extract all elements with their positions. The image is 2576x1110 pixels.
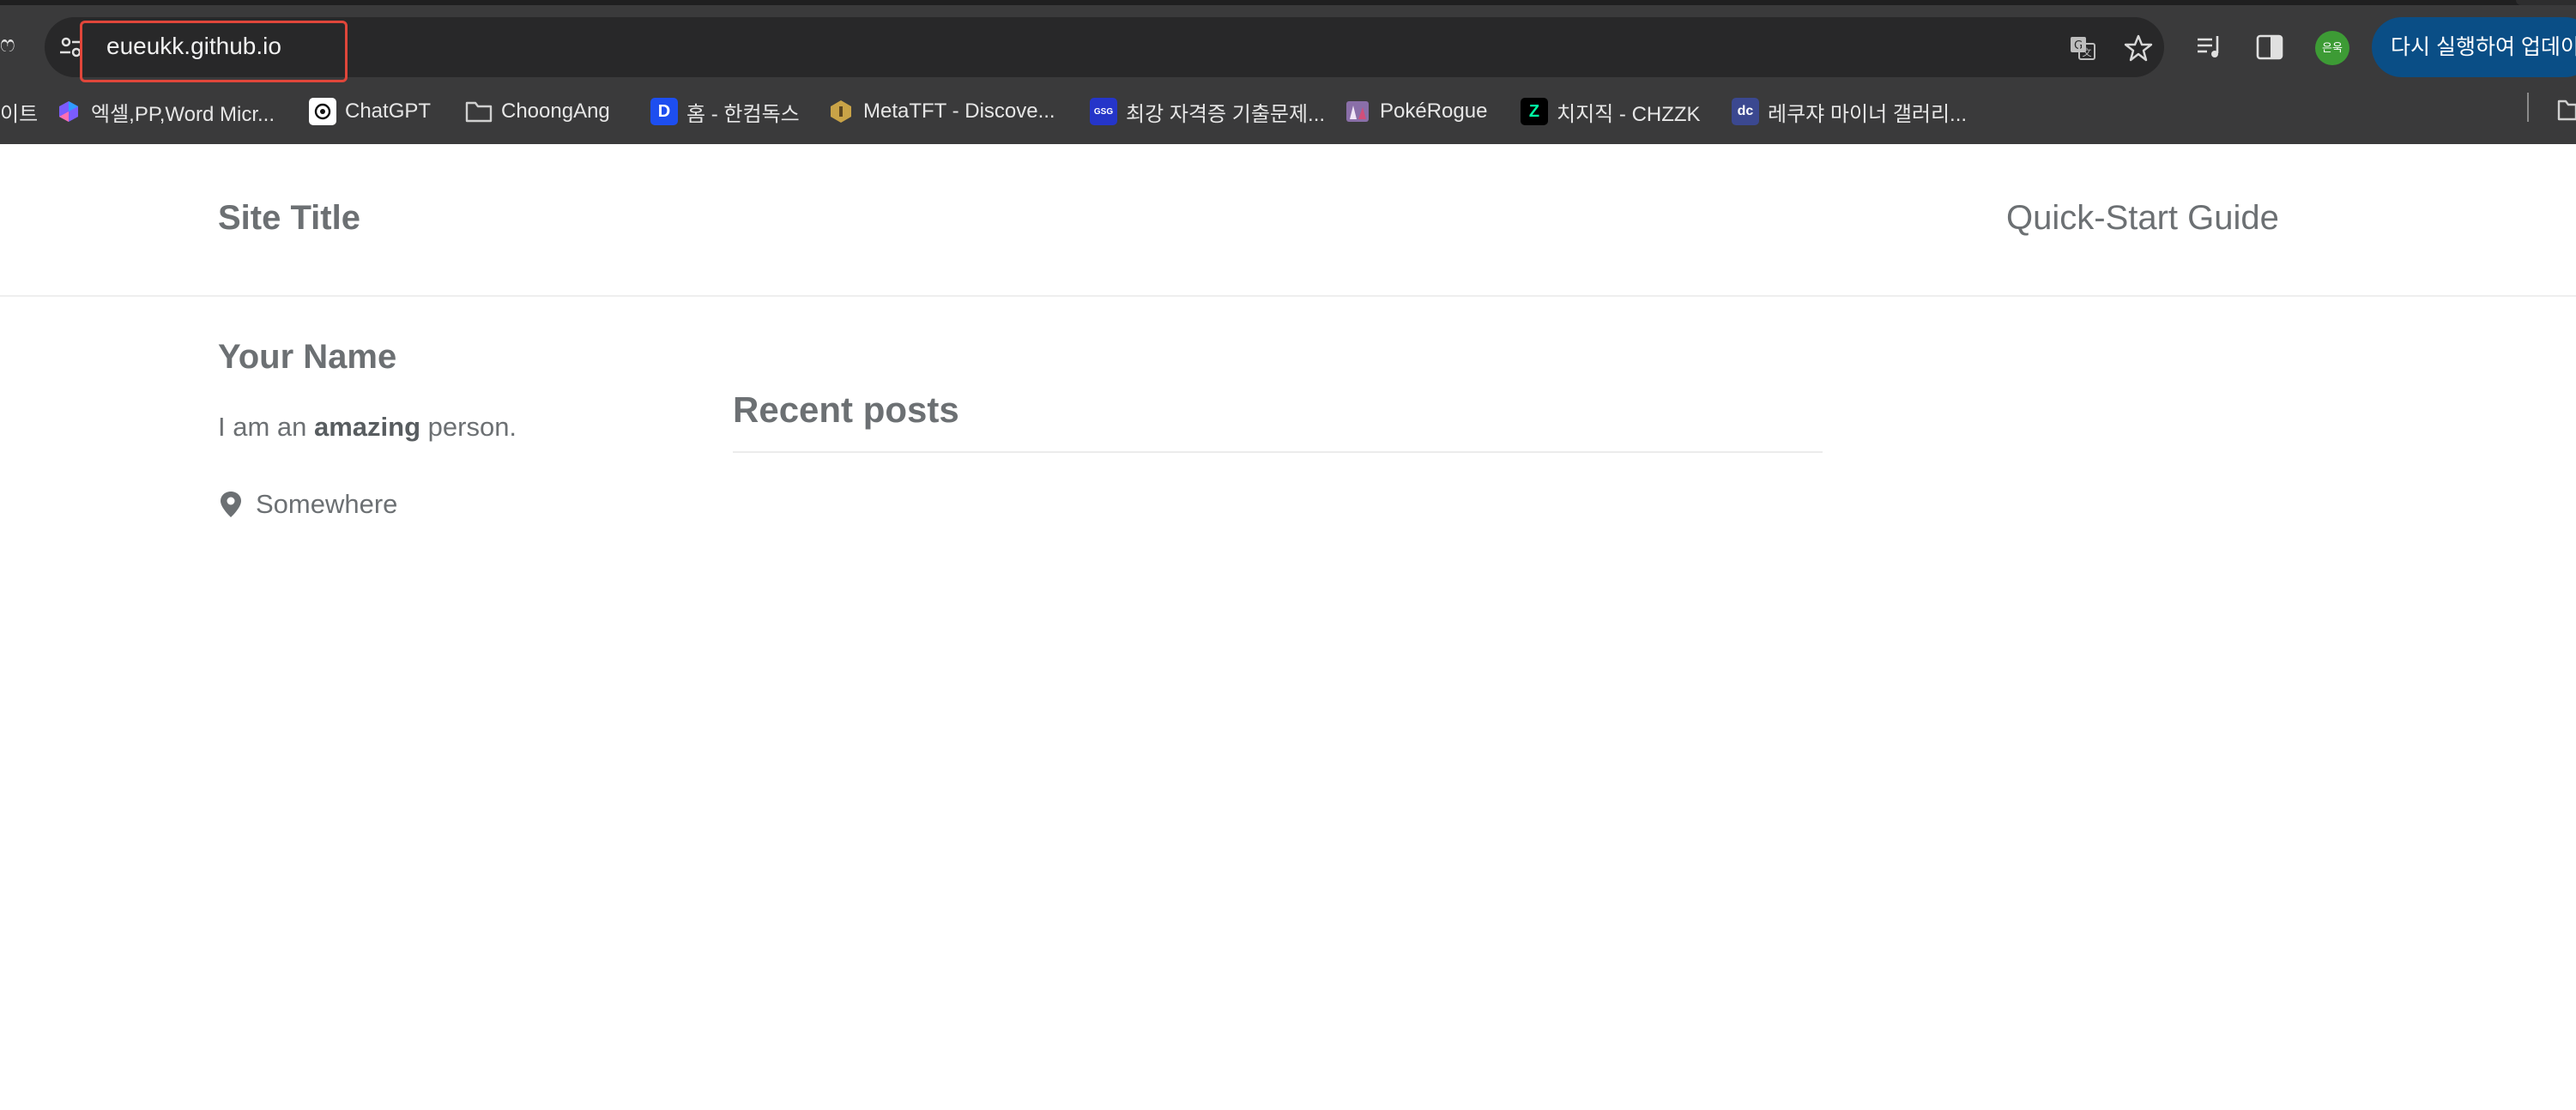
location-text: Somewhere <box>256 489 398 519</box>
bookmark-item[interactable]: dc 레쿠쟈 마이너 갤러리... <box>1732 94 1967 129</box>
dcinside-icon: dc <box>1732 98 1759 125</box>
nav-link-quick-start[interactable]: Quick-Start Guide <box>2006 199 2279 238</box>
other-bookmarks-folder-icon[interactable] <box>2557 98 2576 122</box>
bookmarks-divider <box>2527 93 2529 122</box>
chatgpt-icon <box>309 98 336 125</box>
recent-posts-heading: Recent posts <box>733 389 959 430</box>
page-content: Site Title Quick-Start Guide Your Name I… <box>0 144 2576 1110</box>
map-marker-icon <box>221 492 241 517</box>
pokerogue-icon <box>1344 98 1371 125</box>
bookmark-partial[interactable]: 이트 <box>0 94 38 129</box>
chzzk-icon: Z <box>1521 98 1548 125</box>
bookmark-item[interactable]: Z 치지직 - CHZZK <box>1521 94 1701 129</box>
bookmark-label: 레쿠쟈 마이너 갤러리... <box>1768 102 1968 126</box>
bookmark-label: ChatGPT <box>345 100 432 123</box>
hancom-docs-icon: D <box>650 98 678 125</box>
side-panel-icon[interactable] <box>2255 33 2284 62</box>
site-title-link[interactable]: Site Title <box>218 199 360 238</box>
folder-icon <box>465 98 493 125</box>
playlist-icon[interactable] <box>2195 33 2224 62</box>
bookmark-label: 치지직 - CHZZK <box>1557 102 1701 126</box>
bookmark-item[interactable]: ChatGPT <box>309 94 431 129</box>
bookmarks-bar: 이트 엑셀,PP,Word Micr... ChatGPT ChoongAng … <box>0 84 2576 144</box>
bookmark-label: 최강 자격증 기출문제... <box>1126 102 1326 126</box>
address-bar[interactable]: G 文 <box>45 17 2164 77</box>
exam-site-icon: GSG <box>1090 98 1117 125</box>
bookmark-item[interactable]: MetaTFT - Discove... <box>827 94 1055 129</box>
bookmark-item[interactable]: 엑셀,PP,Word Micr... <box>55 94 275 129</box>
profile-avatar[interactable]: 은욱 <box>2315 31 2349 65</box>
nav-partial-icon[interactable]: ෆ <box>0 31 15 58</box>
bookmark-label: 엑셀,PP,Word Micr... <box>91 102 275 126</box>
bookmark-label: MetaTFT - Discove... <box>863 100 1055 123</box>
bookmark-item[interactable]: D 홈 - 한컴독스 <box>650 94 800 129</box>
bookmark-label: ChoongAng <box>501 100 610 123</box>
translate-icon[interactable]: G 文 <box>2068 33 2097 63</box>
metatft-icon <box>827 98 855 125</box>
star-icon[interactable] <box>2124 33 2153 63</box>
bookmark-folder[interactable]: ChoongAng <box>465 94 610 129</box>
section-divider <box>733 451 1823 453</box>
bookmark-item[interactable]: PokéRogue <box>1344 94 1487 129</box>
svg-text:文: 文 <box>2083 46 2092 58</box>
url-text[interactable]: eueukk.github.io <box>106 33 281 60</box>
bookmark-item[interactable]: GSG 최강 자격증 기출문제... <box>1090 94 1325 129</box>
browser-toolbar: ෆ G 文 eueukk.github.io 은욱 다시 실행하여 업데이 <box>0 5 2576 84</box>
browser-chrome: ෆ G 文 eueukk.github.io 은욱 다시 실행하여 업데이 이트… <box>0 0 2576 144</box>
site-masthead: Site Title Quick-Start Guide <box>0 144 2576 297</box>
author-location: Somewhere <box>218 489 397 520</box>
update-button[interactable]: 다시 실행하여 업데이트 <box>2372 17 2576 77</box>
bookmark-label: 홈 - 한컴독스 <box>686 102 800 126</box>
copilot-icon <box>55 98 82 125</box>
bookmark-label: PokéRogue <box>1380 100 1488 123</box>
author-name: Your Name <box>218 338 397 376</box>
author-bio: I am an amazing person. <box>218 412 517 442</box>
